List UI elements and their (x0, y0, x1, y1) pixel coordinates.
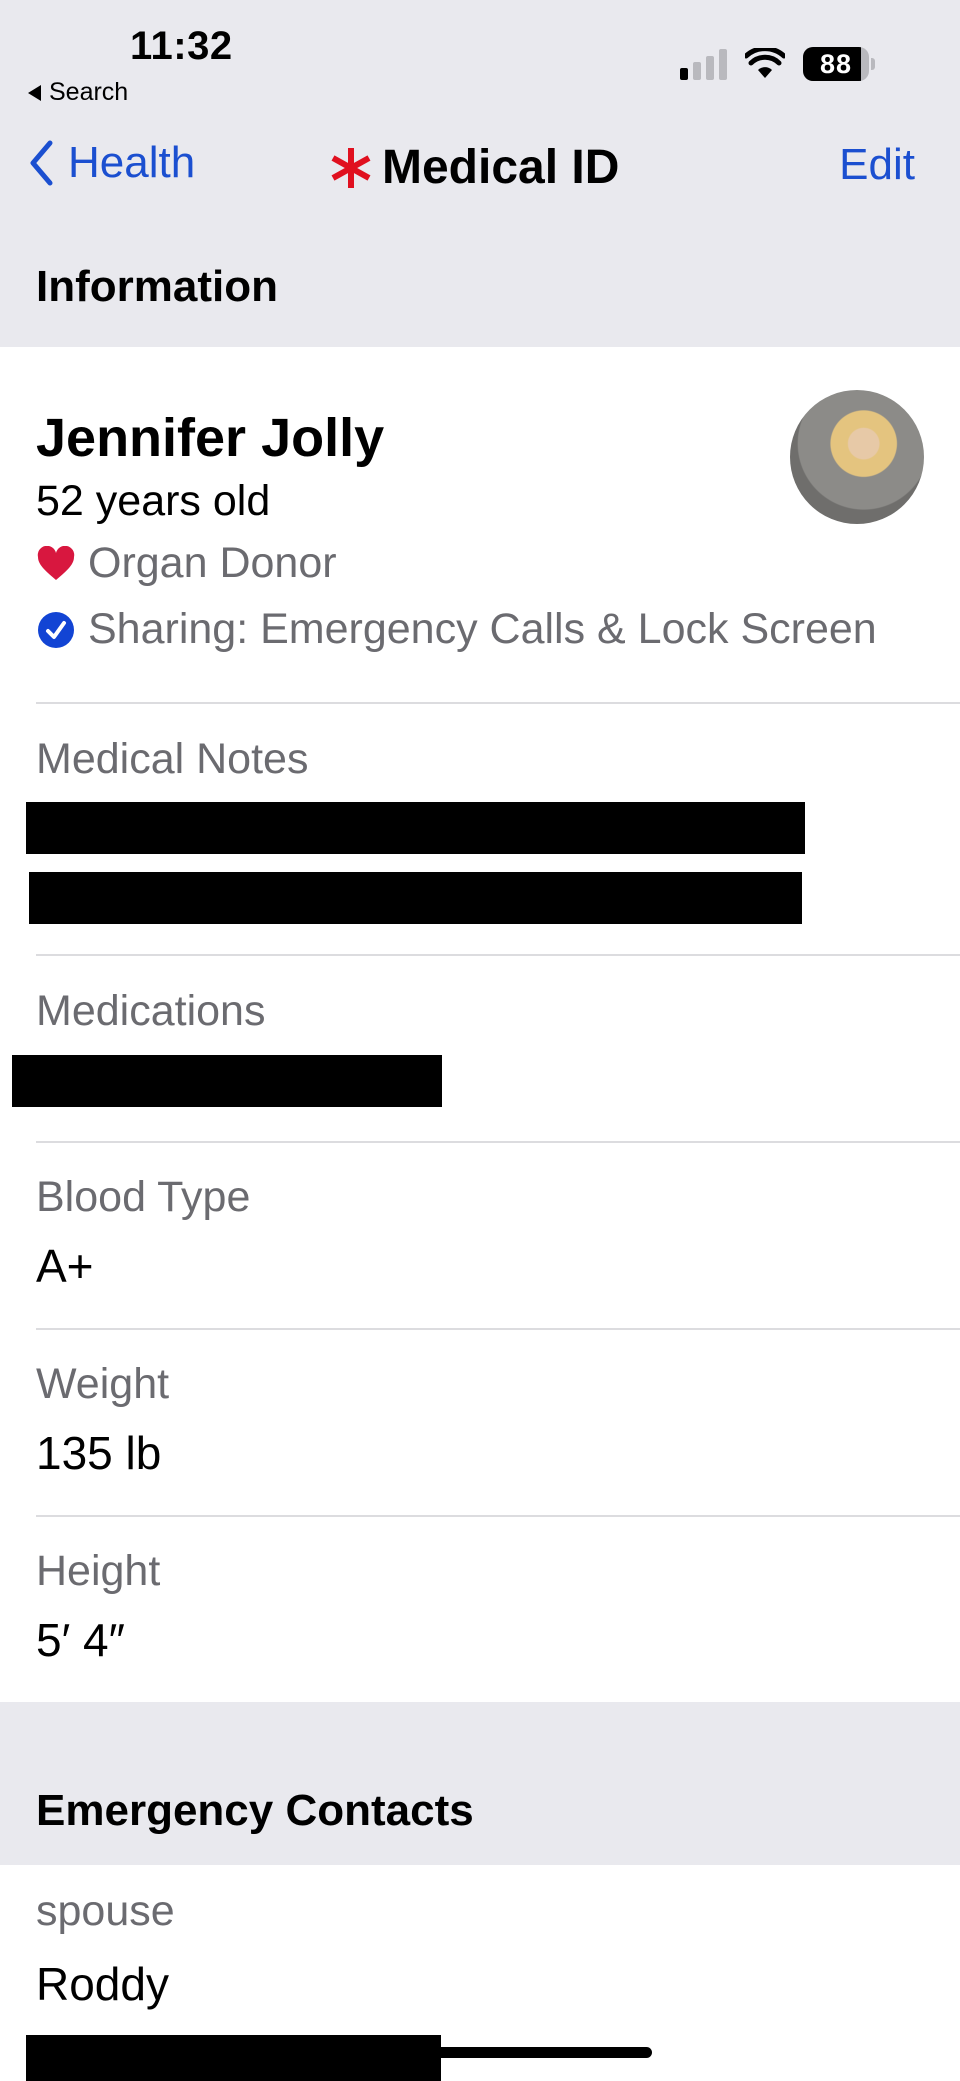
cellular-signal-icon (680, 48, 727, 80)
back-triangle-icon (28, 84, 41, 101)
back-to-search-button[interactable]: Search (28, 78, 128, 107)
medical-notes-redacted-line-1 (26, 802, 805, 854)
edit-button[interactable]: Edit (839, 140, 915, 190)
profile-name: Jennifer Jolly (36, 408, 385, 468)
home-indicator[interactable] (300, 2047, 652, 2058)
battery-icon: 88 (803, 47, 875, 81)
weight-label: Weight (36, 1360, 170, 1408)
wifi-icon (745, 48, 785, 78)
heart-icon (37, 545, 75, 580)
status-time: 11:32 (130, 24, 233, 68)
emergency-contacts-section-header: Emergency Contacts (36, 1786, 474, 1835)
battery-percent: 88 (819, 48, 853, 79)
medical-notes-label: Medical Notes (36, 735, 309, 783)
profile-age: 52 years old (36, 477, 271, 525)
organ-donor-badge: Organ Donor (36, 539, 337, 588)
weight-value: 135 lb (36, 1427, 162, 1479)
contact-relationship: spouse (36, 1887, 175, 1935)
height-value: 5′ 4″ (36, 1614, 125, 1666)
back-to-app-label: Search (49, 78, 129, 106)
contact-phone-redacted (26, 2035, 441, 2081)
checkmark-circle-icon (38, 611, 74, 648)
page-title: Medical ID (330, 140, 619, 195)
medications-redacted (12, 1055, 442, 1107)
divider (36, 954, 960, 956)
medications-label: Medications (36, 987, 266, 1035)
back-to-health-button[interactable]: Health (28, 138, 195, 188)
divider (36, 1328, 960, 1330)
medical-asterisk-icon (331, 147, 371, 188)
avatar (790, 390, 924, 524)
information-section-header: Information (36, 262, 278, 311)
contact-name: Roddy (36, 1958, 169, 2010)
height-label: Height (36, 1547, 161, 1595)
medical-notes-redacted-line-2 (29, 872, 802, 924)
divider (36, 1141, 960, 1143)
divider (36, 702, 960, 704)
chevron-left-icon (30, 140, 53, 186)
divider (36, 1515, 960, 1517)
page-title-text: Medical ID (382, 141, 620, 194)
organ-donor-label: Organ Donor (88, 539, 337, 587)
sharing-status: Sharing: Emergency Calls & Lock Screen (36, 605, 877, 654)
sharing-label: Sharing: Emergency Calls & Lock Screen (88, 605, 877, 653)
medical-id-screen: 11:32 Search 88 Health Medical ID Edit I… (0, 0, 960, 2081)
back-to-health-label: Health (68, 138, 196, 187)
status-indicators: 88 (680, 47, 875, 81)
blood-type-value: A+ (36, 1240, 94, 1292)
information-card: Jennifer Jolly 52 years old Organ Donor … (0, 347, 960, 1702)
blood-type-label: Blood Type (36, 1173, 251, 1221)
